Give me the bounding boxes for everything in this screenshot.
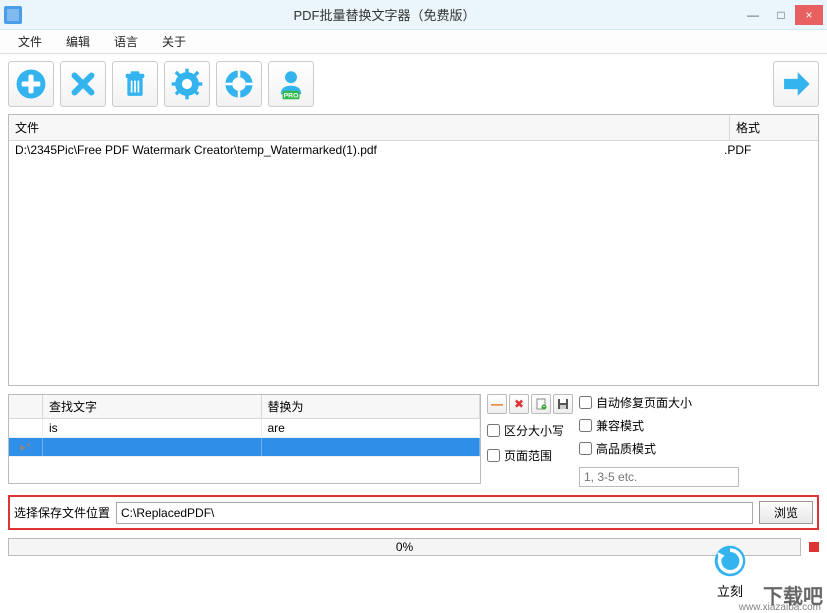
pro-button[interactable]: PRO bbox=[268, 61, 314, 107]
find-cell[interactable]: is bbox=[43, 419, 262, 437]
right-checks: 自动修复页面大小 兼容模式 高品质模式 bbox=[579, 394, 739, 487]
save-icon bbox=[557, 398, 569, 410]
titlebar: PDF批量替换文字器（免费版） — □ × bbox=[0, 0, 827, 30]
help-button[interactable] bbox=[216, 61, 262, 107]
replace-cell[interactable]: are bbox=[262, 419, 481, 437]
auto-fix-checkbox[interactable] bbox=[579, 396, 592, 409]
mini-delete-row-button[interactable]: — bbox=[487, 394, 507, 414]
file-list: 文件 格式 D:\2345Pic\Free PDF Watermark Crea… bbox=[8, 114, 819, 386]
mini-save-button[interactable] bbox=[553, 394, 573, 414]
replace-header-replace[interactable]: 替换为 bbox=[262, 395, 481, 418]
case-label: 区分大小写 bbox=[504, 422, 564, 439]
page-range-input[interactable] bbox=[579, 467, 739, 487]
replace-header: 查找文字 替换为 bbox=[9, 395, 480, 419]
close-button[interactable]: × bbox=[795, 5, 823, 25]
replace-header-grip bbox=[9, 395, 43, 418]
replace-row-new[interactable]: ▸* bbox=[9, 438, 480, 457]
pro-icon: PRO bbox=[274, 67, 308, 101]
gear-icon bbox=[170, 67, 204, 101]
row-grip-new: ▸* bbox=[9, 438, 43, 456]
replace-row[interactable]: is are bbox=[9, 419, 480, 438]
save-path-input[interactable] bbox=[116, 502, 753, 524]
save-path-row: 选择保存文件位置 浏览 bbox=[8, 495, 819, 530]
page-range-label: 页面范围 bbox=[504, 447, 552, 464]
file-row[interactable]: D:\2345Pic\Free PDF Watermark Creator\te… bbox=[9, 141, 818, 159]
file-header-name[interactable]: 文件 bbox=[9, 115, 730, 140]
page-range-check[interactable]: 页面范围 bbox=[487, 447, 573, 464]
bottom-section: 查找文字 替换为 is are ▸* — ✖ 区 bbox=[8, 394, 819, 487]
options-panel: — ✖ 区分大小写 页面范围 自动修复页面大小 兼容模式 高品质模式 bbox=[487, 394, 819, 487]
minimize-button[interactable]: — bbox=[739, 5, 767, 25]
page-range-checkbox[interactable] bbox=[487, 449, 500, 462]
browse-button[interactable]: 浏览 bbox=[759, 501, 813, 524]
find-cell-new[interactable] bbox=[43, 438, 262, 456]
arrow-right-icon bbox=[779, 67, 813, 101]
clear-button[interactable] bbox=[112, 61, 158, 107]
mini-delete-all-button[interactable]: ✖ bbox=[509, 394, 529, 414]
hq-label: 高品质模式 bbox=[596, 440, 656, 457]
auto-fix-label: 自动修复页面大小 bbox=[596, 394, 692, 411]
menu-edit[interactable]: 编辑 bbox=[56, 31, 100, 52]
plus-icon bbox=[14, 67, 48, 101]
menu-file[interactable]: 文件 bbox=[8, 31, 52, 52]
trash-icon bbox=[118, 67, 152, 101]
compat-label: 兼容模式 bbox=[596, 417, 644, 434]
replace-cell-new[interactable] bbox=[262, 438, 481, 456]
lifebuoy-icon bbox=[222, 67, 256, 101]
save-path-label: 选择保存文件位置 bbox=[14, 504, 110, 521]
refresh-icon bbox=[712, 543, 748, 579]
svg-text:PRO: PRO bbox=[284, 93, 299, 100]
compat-checkbox[interactable] bbox=[579, 419, 592, 432]
file-cell-name: D:\2345Pic\Free PDF Watermark Creator\te… bbox=[15, 143, 724, 157]
hq-checkbox[interactable] bbox=[579, 442, 592, 455]
file-header-format[interactable]: 格式 bbox=[730, 115, 818, 140]
menubar: 文件 编辑 语言 关于 bbox=[0, 30, 827, 54]
case-sensitive-check[interactable]: 区分大小写 bbox=[487, 422, 573, 439]
maximize-button[interactable]: □ bbox=[767, 5, 795, 25]
document-icon bbox=[535, 398, 547, 410]
case-checkbox[interactable] bbox=[487, 424, 500, 437]
settings-button[interactable] bbox=[164, 61, 210, 107]
toolbar: PRO bbox=[0, 54, 827, 114]
file-cell-format: .PDF bbox=[724, 143, 812, 157]
auto-fix-check[interactable]: 自动修复页面大小 bbox=[579, 394, 739, 411]
remove-button[interactable] bbox=[60, 61, 106, 107]
app-icon bbox=[4, 6, 22, 24]
add-button[interactable] bbox=[8, 61, 54, 107]
menu-language[interactable]: 语言 bbox=[104, 31, 148, 52]
x-icon bbox=[66, 67, 100, 101]
replace-header-find[interactable]: 查找文字 bbox=[43, 395, 262, 418]
mini-open-button[interactable] bbox=[531, 394, 551, 414]
row-grip bbox=[9, 419, 43, 437]
next-button[interactable] bbox=[773, 61, 819, 107]
watermark-url: www.xiazaiba.com bbox=[739, 602, 821, 613]
compat-check[interactable]: 兼容模式 bbox=[579, 417, 739, 434]
file-list-header: 文件 格式 bbox=[9, 115, 818, 141]
replace-table: 查找文字 替换为 is are ▸* bbox=[8, 394, 481, 484]
mini-toolbar: — ✖ bbox=[487, 394, 573, 414]
menu-about[interactable]: 关于 bbox=[152, 31, 196, 52]
window-title: PDF批量替换文字器（免费版） bbox=[30, 5, 739, 24]
run-label: 立刻 bbox=[717, 581, 743, 600]
hq-check[interactable]: 高品质模式 bbox=[579, 440, 739, 457]
